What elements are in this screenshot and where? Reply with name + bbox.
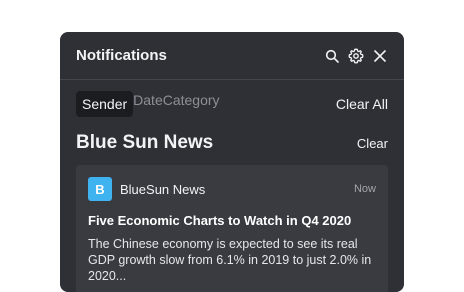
group-title: Blue Sun News [76, 132, 214, 153]
notifications-panel: Notifications Sender Date Category Clear… [60, 32, 404, 292]
close-icon[interactable] [372, 48, 388, 64]
group-header: Blue Sun News Clear [76, 132, 388, 154]
gear-icon[interactable] [348, 48, 364, 64]
tab-date[interactable]: Date [133, 92, 163, 108]
notification-card[interactable]: B BlueSun News Now Five Economic Charts … [76, 165, 388, 292]
notification-body: The Chinese economy is expected to see i… [88, 237, 372, 283]
notification-sender: BlueSun News [120, 181, 206, 197]
clear-all-button[interactable]: Clear All [336, 96, 388, 112]
tab-sender[interactable]: Sender [76, 91, 134, 117]
panel-header: Notifications [60, 32, 404, 80]
group-clear-button[interactable]: Clear [357, 136, 388, 151]
avatar: B [88, 177, 112, 201]
notification-headline: Five Economic Charts to Watch in Q4 2020 [88, 213, 352, 228]
notification-time: Now [353, 183, 376, 195]
search-icon[interactable] [324, 48, 340, 64]
notification-meta: B BlueSun News Now [76, 165, 388, 201]
filter-tabs: Sender Date Category Clear All [76, 90, 388, 118]
tab-category[interactable]: Category [163, 92, 220, 108]
header-actions [324, 48, 388, 64]
panel-title: Notifications [76, 47, 167, 64]
